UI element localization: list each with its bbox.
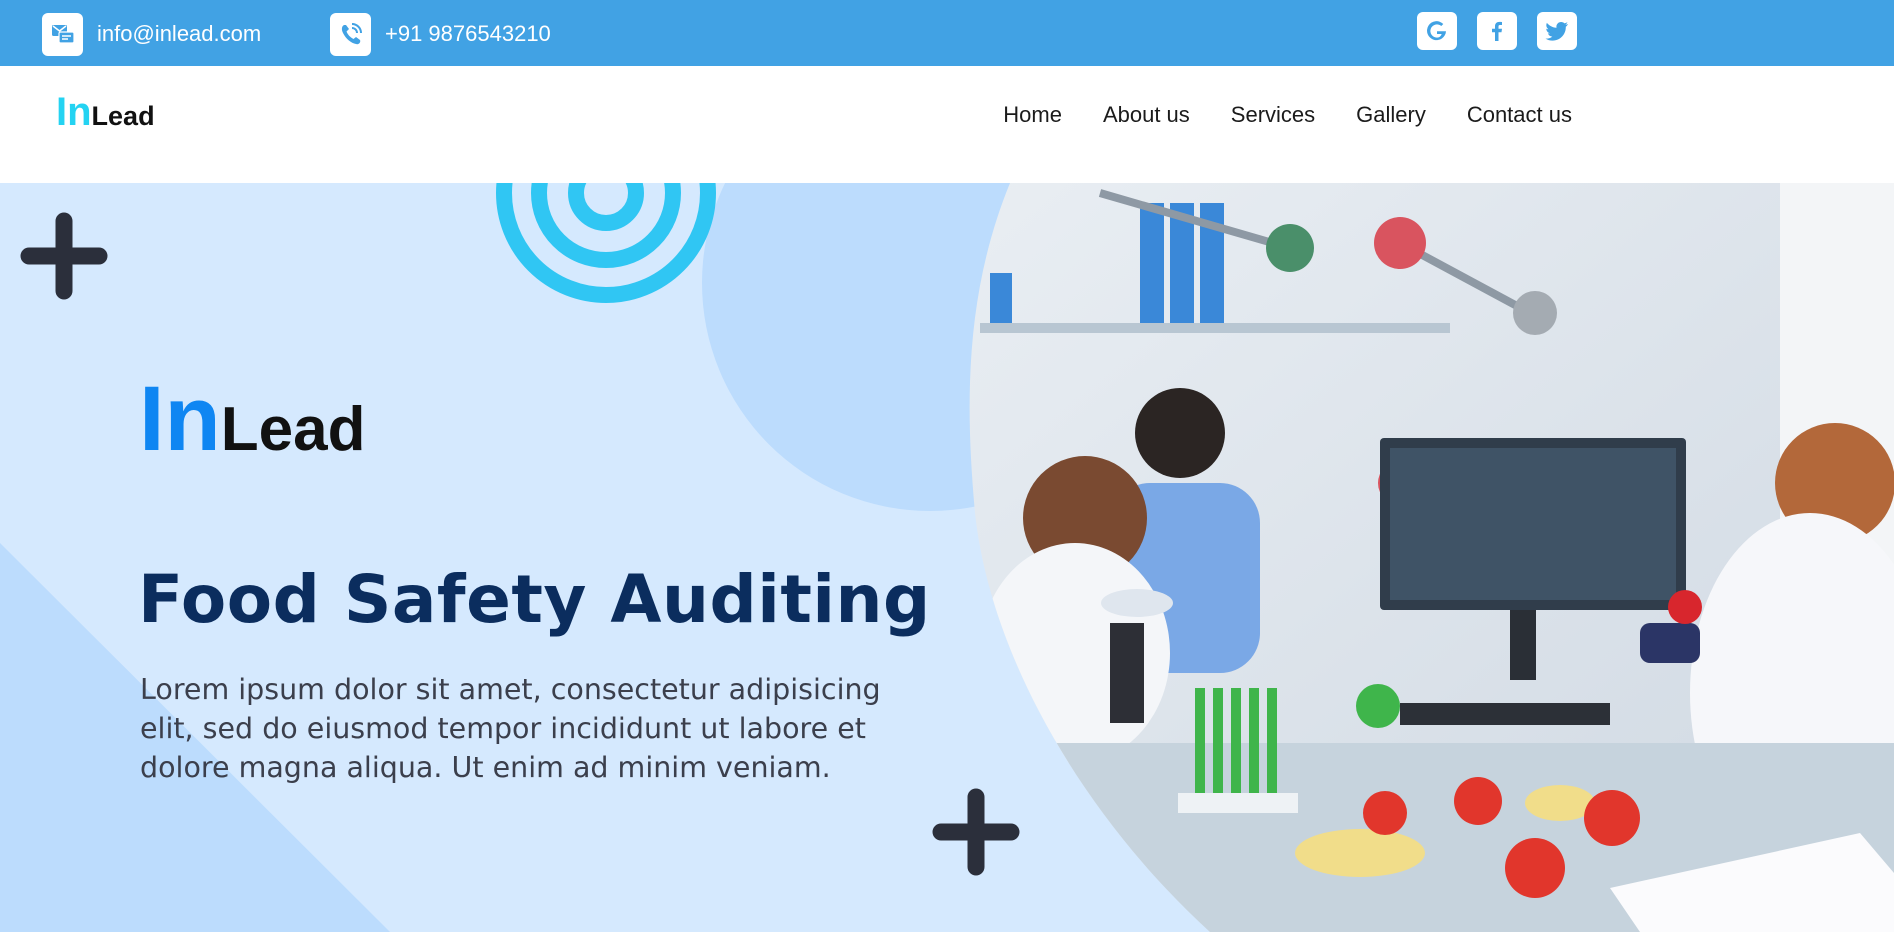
laboratory-photo [969, 183, 1894, 932]
plus-icon [20, 212, 108, 300]
email-contact[interactable]: info@inlead.com [42, 12, 261, 56]
hero-brand-logo: InLead [139, 373, 365, 465]
nav-gallery[interactable]: Gallery [1356, 102, 1426, 128]
mail-icon [42, 12, 83, 56]
top-contact-bar: info@inlead.com +91 9876543210 [0, 0, 1894, 66]
logo-in: In [56, 90, 92, 134]
phone-icon [330, 12, 371, 56]
twitter-icon[interactable] [1537, 12, 1577, 50]
hero-title: Food Safety Auditing [138, 561, 931, 638]
nav-contact-us[interactable]: Contact us [1467, 102, 1572, 128]
site-logo[interactable]: InLead [56, 92, 155, 132]
nav-about-us[interactable]: About us [1103, 102, 1190, 128]
main-navbar: InLead Home About us Services Gallery Co… [0, 66, 1894, 183]
phone-contact[interactable]: +91 9876543210 [330, 12, 551, 56]
hero-description: Lorem ipsum dolor sit amet, consectetur … [140, 673, 881, 784]
hero-background [0, 183, 1894, 932]
nav-services[interactable]: Services [1231, 102, 1315, 128]
plus-icon [932, 788, 1020, 876]
facebook-icon[interactable] [1477, 12, 1517, 50]
hero-banner: InLead Food Safety Auditing Lorem ipsum … [0, 183, 1894, 932]
phone-text[interactable]: +91 9876543210 [385, 21, 551, 47]
logo-lead: Lead [91, 101, 155, 131]
nav-home[interactable]: Home [1003, 102, 1062, 128]
hero-logo-in: In [139, 368, 221, 470]
target-rings [496, 183, 716, 303]
hero-logo-lead: Lead [220, 395, 366, 464]
google-icon[interactable] [1417, 12, 1457, 50]
email-text[interactable]: info@inlead.com [97, 21, 261, 47]
nav-menu: Home About us Services Gallery Contact u… [1003, 102, 1572, 128]
